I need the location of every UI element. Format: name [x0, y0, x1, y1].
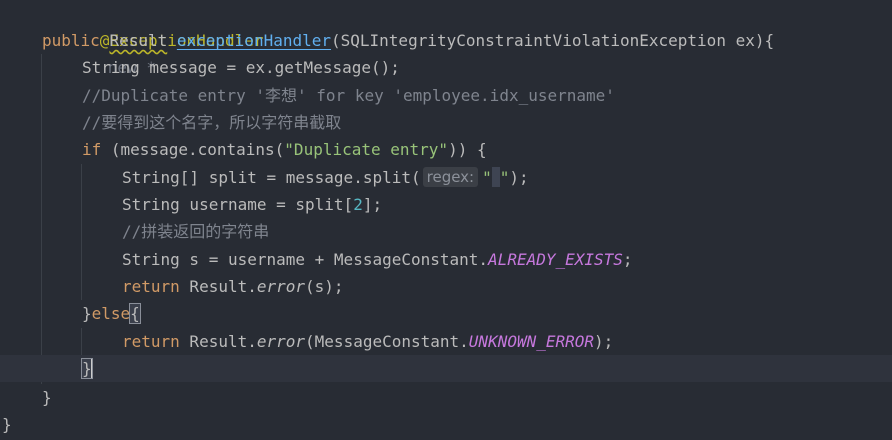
code-text: String[] split = message.split( — [122, 168, 421, 187]
code-text: ); — [509, 168, 529, 187]
code-text: (SQLIntegrityConstraintViolationExceptio… — [331, 31, 775, 50]
code-line[interactable]: //Duplicate entry '李想' for key 'employee… — [0, 82, 892, 109]
code-text: Result. — [179, 332, 257, 351]
code-text: } — [2, 415, 12, 434]
code-line[interactable]: String username = split[2]; — [0, 191, 892, 218]
keyword-token: else — [91, 304, 131, 323]
keyword-token: return — [122, 332, 180, 351]
comment-token: //要得到这个名字，所以字符串截取 — [82, 113, 342, 132]
code-line[interactable]: //要得到这个名字，所以字符串截取 — [0, 109, 892, 136]
comment-token: //拼装返回的字符串 — [122, 222, 270, 241]
keyword-token: public — [42, 31, 100, 50]
code-text: ; — [622, 250, 633, 269]
code-editor[interactable]: @ExceptionHandler new * public Result ex… — [0, 0, 892, 440]
code-text: String message = ex.getMessage(); — [82, 58, 400, 77]
selected-space — [491, 167, 500, 187]
string-token: "Duplicate entry" — [284, 140, 449, 159]
code-text: String username = split[ — [122, 195, 354, 214]
code-line[interactable]: String s = username + MessageConstant.AL… — [0, 246, 892, 273]
code-line[interactable]: if (message.contains("Duplicate entry"))… — [0, 136, 892, 163]
code-line-current[interactable]: } — [0, 355, 892, 382]
code-text: (message.contains( — [101, 140, 285, 159]
code-line[interactable]: public Result exceptionHandler(SQLIntegr… — [0, 27, 892, 54]
number-token: 2 — [353, 195, 363, 214]
method-call-token: error — [256, 277, 306, 296]
code-line[interactable]: } — [0, 384, 892, 411]
code-line[interactable]: } — [0, 411, 892, 438]
code-line[interactable]: return Result.error(s); — [0, 273, 892, 300]
code-text: } — [82, 304, 92, 323]
method-name-token: exceptionHandler — [176, 31, 331, 50]
text-caret — [90, 358, 93, 378]
method-call-token: error — [256, 332, 306, 351]
constant-token: UNKNOWN_ERROR — [468, 332, 595, 351]
code-text: (s); — [305, 277, 344, 296]
code-line[interactable]: }else{ — [0, 300, 892, 327]
keyword-token: return — [122, 277, 180, 296]
code-line[interactable]: @ExceptionHandler new * — [0, 0, 892, 77]
code-text: (MessageConstant. — [305, 332, 469, 351]
code-text: ]; — [362, 195, 383, 214]
code-line[interactable]: //拼装返回的字符串 — [0, 218, 892, 245]
type-token: Result — [109, 31, 168, 50]
parameter-hint: regex: — [422, 167, 479, 187]
code-line[interactable]: String message = ex.getMessage(); — [0, 54, 892, 81]
code-text: String s = username + MessageConstant. — [122, 250, 489, 269]
keyword-token: if — [82, 140, 102, 159]
code-text: ); — [594, 332, 614, 351]
string-token: " — [499, 168, 510, 187]
code-text: )) { — [448, 140, 487, 159]
code-line[interactable]: String[] split = message.split(regex: " ")… — [0, 164, 892, 191]
code-text: Result. — [179, 277, 257, 296]
constant-token: ALREADY_EXISTS — [488, 250, 623, 269]
matched-brace: { — [129, 303, 141, 324]
code-text: } — [42, 388, 52, 407]
string-token: " — [482, 168, 492, 187]
code-line[interactable]: return Result.error(MessageConstant.UNKN… — [0, 328, 892, 355]
comment-token: //Duplicate entry '李想' for key 'employee… — [82, 86, 615, 105]
